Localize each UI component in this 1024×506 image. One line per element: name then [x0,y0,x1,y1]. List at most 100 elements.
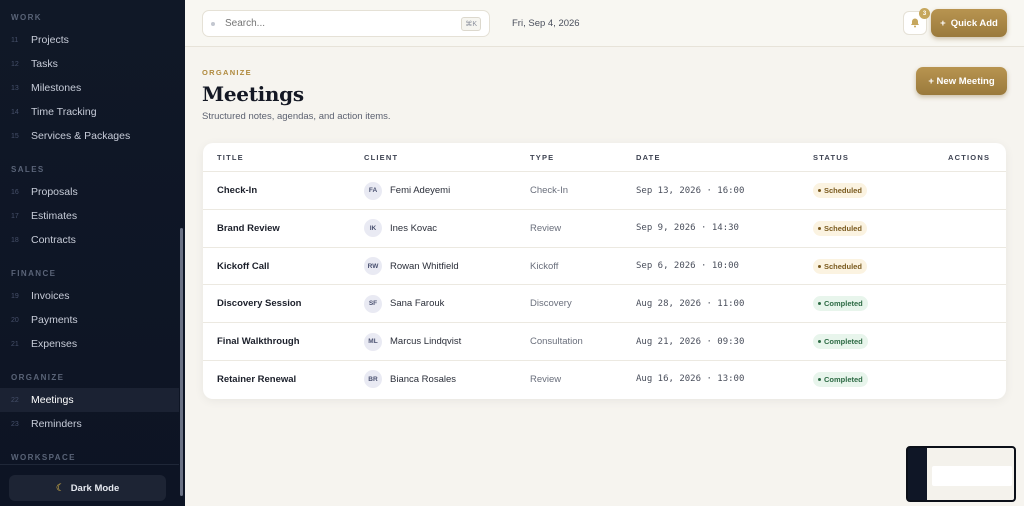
client-name: Ines Kovac [390,222,437,234]
search-box[interactable]: ⌘K [202,10,490,37]
meeting-date: Sep 6, 2026 · 10:00 [636,261,739,272]
avatar: IK [364,219,382,238]
sidebar-item-label: Invoices [31,290,70,302]
search-input[interactable] [225,18,462,29]
sidebar-item-label: Milestones [31,82,82,94]
meetings-table: TITLE CLIENT TYPE DATE STATUS ACTIONS Ch… [203,143,1006,399]
page-minimap[interactable] [906,446,1016,502]
page-eyebrow: ORGANIZE [202,68,252,77]
sidebar-item-time-tracking[interactable]: 14 Time Tracking [0,100,179,124]
meeting-type: Discovery [530,298,572,310]
table-row[interactable]: Check-In FA Femi Adeyemi Check-In Sep 13… [203,172,1006,210]
table-row[interactable]: Final Walkthrough ML Marcus Lindqvist Co… [203,323,1006,361]
meeting-date: Sep 13, 2026 · 16:00 [636,185,745,196]
sidebar-item-expenses[interactable]: 21 Expenses [0,332,179,356]
sidebar-item-payments[interactable]: 20 Payments [0,308,179,332]
sidebar-item-number: 15 [11,132,19,140]
status-badge: Scheduled [813,183,867,198]
search-shortcut-hint: ⌘K [461,16,481,31]
meeting-title[interactable]: Discovery Session [217,285,302,322]
notification-badge: 3 [919,8,930,19]
sidebar-item-number: 17 [11,212,19,220]
quick-add-button[interactable]: + Quick Add [931,9,1007,37]
bell-icon [911,18,919,28]
avatar: RW [364,257,382,276]
status-badge: Completed [813,296,868,312]
sidebar-item-label: Services & Packages [31,130,131,142]
sidebar-item-number: 11 [11,36,19,44]
status-dot-icon [818,264,821,268]
meeting-title[interactable]: Final Walkthrough [217,323,300,360]
col-date-header[interactable]: DATE [636,153,661,162]
sidebar-item-reminders[interactable]: 23 Reminders [0,412,179,436]
status-cell: Scheduled [813,210,867,247]
sidebar-item-number: 21 [11,340,19,348]
avatar: SF [364,294,382,313]
client-cell: SF Sana Farouk [364,285,444,322]
client-name: Rowan Whitfield [390,260,459,272]
sidebar-item-number: 23 [11,420,19,428]
sidebar-item-invoices[interactable]: 19 Invoices [0,284,179,308]
status-dot-icon [818,226,821,230]
status-badge: Completed [813,334,868,350]
notifications-button[interactable]: 3 [903,8,930,35]
status-dot-icon [818,340,821,344]
sidebar-section-label: FINANCE [11,269,57,278]
dark-mode-button[interactable]: ☾ Dark Mode [9,475,166,501]
meeting-date: Aug 28, 2026 · 11:00 [636,298,745,309]
client-name: Femi Adeyemi [390,185,451,196]
sidebar-item-number: 20 [11,316,19,324]
avatar: ML [364,332,382,351]
minimap-sidebar [908,448,927,500]
status-cell: Completed [813,285,868,322]
sidebar-item-proposals[interactable]: 16 Proposals [0,180,179,204]
table-row[interactable]: Retainer Renewal BR Bianca Rosales Revie… [203,361,1006,399]
status-dot-icon [818,377,821,381]
meeting-type: Check-In [530,185,569,196]
col-client-header[interactable]: CLIENT [364,153,398,162]
status-label: Scheduled [824,186,862,195]
status-label: Completed [824,337,863,347]
client-cell: BR Bianca Rosales [364,361,456,398]
status-label: Scheduled [824,261,862,271]
col-type-header[interactable]: TYPE [530,153,554,162]
current-date: Fri, Sep 4, 2026 [512,18,580,29]
meeting-title[interactable]: Kickoff Call [217,248,269,285]
table-row[interactable]: Discovery Session SF Sana Farouk Discove… [203,285,1006,324]
sidebar-footer: ☾ Dark Mode [0,464,179,506]
sidebar-item-milestones[interactable]: 13 Milestones [0,76,179,100]
sidebar-item-services-packages[interactable]: 15 Services & Packages [0,124,179,148]
client-cell: FA Femi Adeyemi [364,172,450,209]
meeting-title[interactable]: Brand Review [217,210,280,247]
meeting-title[interactable]: Retainer Renewal [217,361,296,398]
meeting-title[interactable]: Check-In [217,172,257,209]
col-status-header[interactable]: STATUS [813,153,849,162]
sidebar-item-projects[interactable]: 11 Projects [0,28,179,52]
table-row[interactable]: Kickoff Call RW Rowan Whitfield Kickoff … [203,248,1006,286]
col-title-header[interactable]: TITLE [217,153,244,162]
sidebar-item-contracts[interactable]: 18 Contracts [0,228,179,252]
sidebar-item-label: Meetings [31,394,74,406]
meeting-date: Aug 16, 2026 · 13:00 [636,374,745,385]
sidebar-item-tasks[interactable]: 12 Tasks [0,52,179,76]
meeting-type: Review [530,222,562,234]
sidebar: WORK 11 Projects 12 Tasks 13 Milestones 14 Time … [0,0,185,506]
sidebar-nav: WORK 11 Projects 12 Tasks 13 Milestones 14 Time … [0,0,179,466]
sidebar-item-label: Proposals [31,186,78,198]
sidebar-item-meetings[interactable]: 22 Meetings [0,388,179,412]
sidebar-item-label: Estimates [31,210,78,222]
minimap-card [932,466,1012,486]
sidebar-section-label: WORKSPACE [11,453,76,462]
new-meeting-button[interactable]: + New Meeting [916,67,1007,95]
search-icon [211,21,215,26]
table-row[interactable]: Brand Review IK Ines Kovac Review Sep 9,… [203,210,1006,248]
sidebar-scrollbar[interactable] [180,228,183,496]
client-name: Marcus Lindqvist [390,336,462,348]
meeting-date: Sep 9, 2026 · 14:30 [636,223,739,234]
sidebar-item-number: 18 [11,236,19,244]
status-dot-icon [818,189,821,192]
status-badge: Scheduled [813,220,867,236]
sidebar-item-estimates[interactable]: 17 Estimates [0,204,179,228]
meeting-type: Review [530,373,562,385]
status-cell: Completed [813,323,868,360]
